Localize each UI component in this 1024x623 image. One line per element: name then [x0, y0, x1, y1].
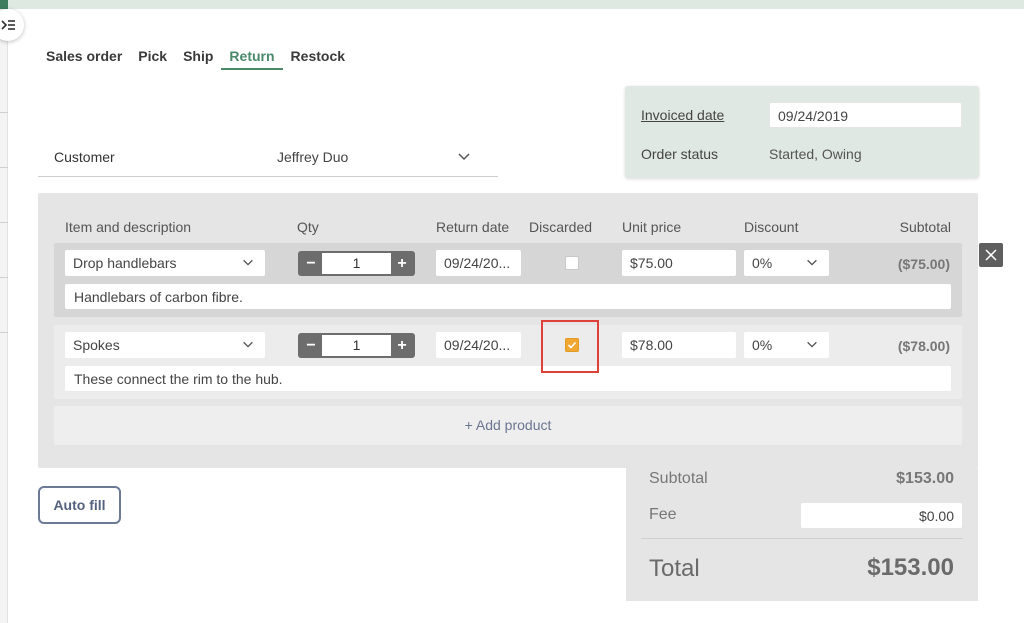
customer-select[interactable]: Customer Jeffrey Duo — [38, 136, 498, 177]
sidebar-toggle-button[interactable] — [0, 9, 24, 41]
total-label: Total — [649, 555, 700, 582]
column-header-discarded: Discarded — [529, 219, 593, 235]
quantity-stepper: − 1 + — [298, 333, 415, 358]
return-date-field[interactable]: 09/24/20... — [436, 332, 521, 358]
top-bar-accent — [0, 0, 8, 9]
discount-select[interactable]: 0% — [744, 250, 829, 276]
unit-price-field[interactable]: $78.00 — [622, 332, 736, 358]
column-header-subtotal: Subtotal — [899, 219, 951, 235]
tab-pick[interactable]: Pick — [138, 48, 167, 70]
fee-field[interactable]: $0.00 — [801, 503, 962, 528]
quantity-stepper: − 1 + — [298, 251, 415, 276]
left-rail — [0, 9, 8, 623]
add-product-button[interactable]: + Add product — [54, 406, 962, 445]
chevron-down-icon — [243, 341, 253, 348]
order-status-label: Order status — [641, 146, 719, 162]
decrement-button[interactable]: − — [300, 333, 322, 358]
discount-value: 0% — [752, 337, 773, 353]
column-header-item: Item and description — [65, 219, 192, 235]
tab-return[interactable]: Return — [221, 48, 283, 70]
invoiced-date-field[interactable]: 09/24/2019 — [769, 102, 962, 128]
tab-restock[interactable]: Restock — [291, 48, 345, 70]
order-status-value: Started, Owing — [769, 146, 862, 162]
product-select[interactable]: Drop handlebars — [65, 250, 265, 276]
top-bar — [0, 0, 1024, 9]
line-subtotal: ($75.00) — [897, 256, 950, 272]
rail-divider — [0, 167, 8, 168]
description-field[interactable]: Handlebars of carbon fibre. — [65, 284, 951, 309]
product-name: Drop handlebars — [73, 255, 177, 271]
totals-panel: Subtotal $153.00 Fee $0.00 Total $153.00 — [626, 468, 978, 601]
invoiced-date-label[interactable]: Invoiced date — [641, 107, 724, 123]
order-tabs: Sales order Pick Ship Return Restock — [46, 48, 361, 70]
column-header-return-date: Return date — [436, 219, 510, 235]
rail-divider — [0, 332, 8, 333]
chevron-down-icon — [807, 259, 817, 266]
remove-row-button[interactable] — [979, 243, 1003, 267]
column-header-unit-price: Unit price — [622, 219, 682, 235]
increment-button[interactable]: + — [391, 333, 413, 358]
line-items-panel: Item and description Qty Return date Dis… — [38, 193, 978, 468]
rail-divider — [0, 277, 8, 278]
increment-button[interactable]: + — [391, 251, 413, 276]
return-date-field[interactable]: 09/24/20... — [436, 250, 521, 276]
discount-select[interactable]: 0% — [744, 332, 829, 358]
discount-value: 0% — [752, 255, 773, 271]
decrement-button[interactable]: − — [300, 251, 322, 276]
customer-value: Jeffrey Duo — [277, 149, 349, 165]
unit-price-field[interactable]: $75.00 — [622, 250, 736, 276]
invoice-info-panel: Invoiced date 09/24/2019 Order status St… — [625, 86, 979, 178]
rail-divider — [0, 112, 8, 113]
chevron-down-icon — [243, 259, 253, 266]
line-item-row: Drop handlebars − 1 + 09/24/20... $75.00… — [54, 243, 962, 317]
chevron-down-icon — [807, 341, 817, 348]
quantity-input[interactable]: 1 — [322, 253, 391, 274]
sidebar-toggle-icon — [1, 20, 15, 30]
product-name: Spokes — [73, 337, 120, 353]
chevron-down-icon — [458, 153, 470, 161]
totals-divider — [641, 538, 963, 539]
line-item-row: Spokes − 1 + 09/24/20... $78.00 0% ($78.… — [54, 325, 962, 399]
tab-sales-order[interactable]: Sales order — [46, 48, 122, 70]
tab-ship[interactable]: Ship — [183, 48, 213, 70]
subtotal-value: $153.00 — [896, 470, 954, 487]
product-select[interactable]: Spokes — [65, 332, 265, 358]
highlight-annotation — [541, 320, 599, 373]
total-value: $153.00 — [867, 554, 954, 581]
column-header-discount: Discount — [744, 219, 799, 235]
fee-label: Fee — [649, 506, 677, 523]
subtotal-label: Subtotal — [649, 470, 708, 487]
rail-divider — [0, 222, 8, 223]
line-subtotal: ($78.00) — [897, 338, 950, 354]
customer-label: Customer — [54, 149, 115, 165]
discarded-checkbox[interactable] — [565, 256, 579, 270]
quantity-input[interactable]: 1 — [322, 335, 391, 356]
auto-fill-button[interactable]: Auto fill — [38, 486, 121, 524]
close-icon — [985, 249, 997, 261]
description-field[interactable]: These connect the rim to the hub. — [65, 366, 951, 391]
column-header-qty: Qty — [297, 219, 319, 235]
